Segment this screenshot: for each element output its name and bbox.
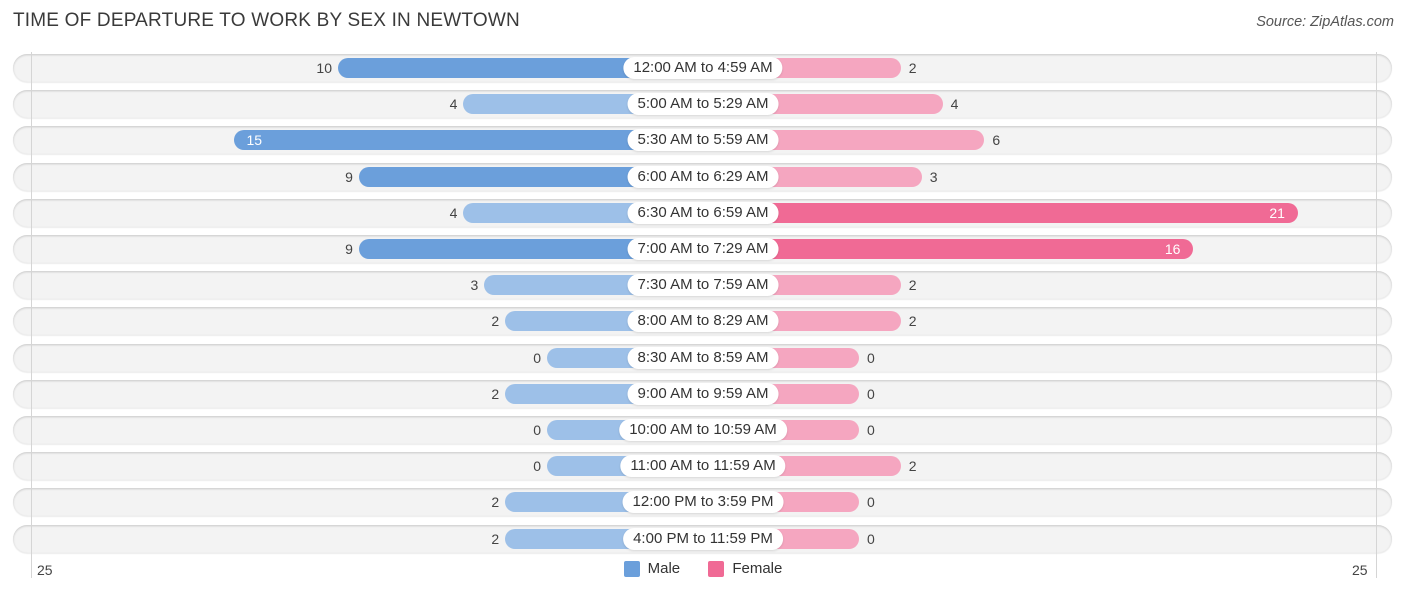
male-value-label: 9 <box>345 241 353 257</box>
category-label: 9:00 AM to 9:59 AM <box>627 382 779 405</box>
male-value-label: 4 <box>449 96 458 113</box>
category-label: 6:30 AM to 6:59 AM <box>627 201 779 224</box>
male-value-label: 9 <box>345 168 353 185</box>
female-value-label: 21 <box>1269 204 1285 221</box>
male-value-label: 2 <box>491 313 500 330</box>
category-label: 6:00 AM to 6:29 AM <box>627 165 779 188</box>
category-label: 12:00 AM to 4:59 AM <box>623 57 783 79</box>
female-value-label: 0 <box>867 494 875 511</box>
female-bar <box>703 202 1298 223</box>
female-value-label: 0 <box>867 385 875 402</box>
female-value-label: 2 <box>908 458 917 475</box>
category-label: 12:00 PM to 3:59 PM <box>622 491 784 514</box>
category-label: 7:30 AM to 7:59 AM <box>627 274 779 297</box>
female-swatch-icon <box>708 560 725 577</box>
male-value-label: 2 <box>491 530 500 547</box>
chart-area: 12:00 AM to 4:59 AM 10 2 5:00 AM to 5:29 AM… <box>0 0 1406 594</box>
female-value-label: 0 <box>867 530 875 547</box>
legend-label-female: Female <box>732 560 783 577</box>
category-label: 8:30 AM to 8:59 AM <box>627 346 779 369</box>
male-value-label: 2 <box>491 385 500 402</box>
category-label: 5:30 AM to 5:59 AM <box>627 129 779 152</box>
female-value-label: 6 <box>992 132 1001 149</box>
category-label: 8:00 AM to 8:29 AM <box>627 310 779 333</box>
male-swatch-icon <box>623 560 640 577</box>
female-value-label: 2 <box>908 277 917 294</box>
legend: Male Female <box>0 560 1406 581</box>
male-value-label: 0 <box>533 422 541 438</box>
female-value-label: 4 <box>950 96 959 113</box>
category-label: 5:00 AM to 5:29 AM <box>627 93 779 116</box>
male-value-label: 2 <box>491 494 500 511</box>
male-value-label: 4 <box>449 204 458 221</box>
female-value-label: 2 <box>908 313 917 330</box>
category-label: 7:00 AM to 7:29 AM <box>627 238 779 260</box>
female-value-label: 2 <box>908 60 917 76</box>
legend-label-male: Male <box>647 560 681 577</box>
male-value-label: 10 <box>316 60 332 76</box>
female-value-label: 16 <box>1164 241 1181 257</box>
legend-item-male: Male <box>623 560 681 577</box>
category-label: 11:00 AM to 11:59 AM <box>620 455 786 478</box>
male-value-label: 0 <box>533 458 541 475</box>
male-value-label: 0 <box>533 349 541 366</box>
legend-item-female: Female <box>708 560 782 577</box>
female-value-label: 0 <box>867 422 875 438</box>
male-value-label: 15 <box>246 132 263 149</box>
right-axis-line <box>1376 52 1377 578</box>
female-value-label: 0 <box>867 349 875 366</box>
female-value-label: 3 <box>929 168 938 185</box>
category-label: 4:00 PM to 11:59 PM <box>623 527 783 550</box>
category-label: 10:00 AM to 10:59 AM <box>619 419 787 441</box>
left-axis-line <box>31 52 32 578</box>
male-value-label: 3 <box>470 277 479 294</box>
